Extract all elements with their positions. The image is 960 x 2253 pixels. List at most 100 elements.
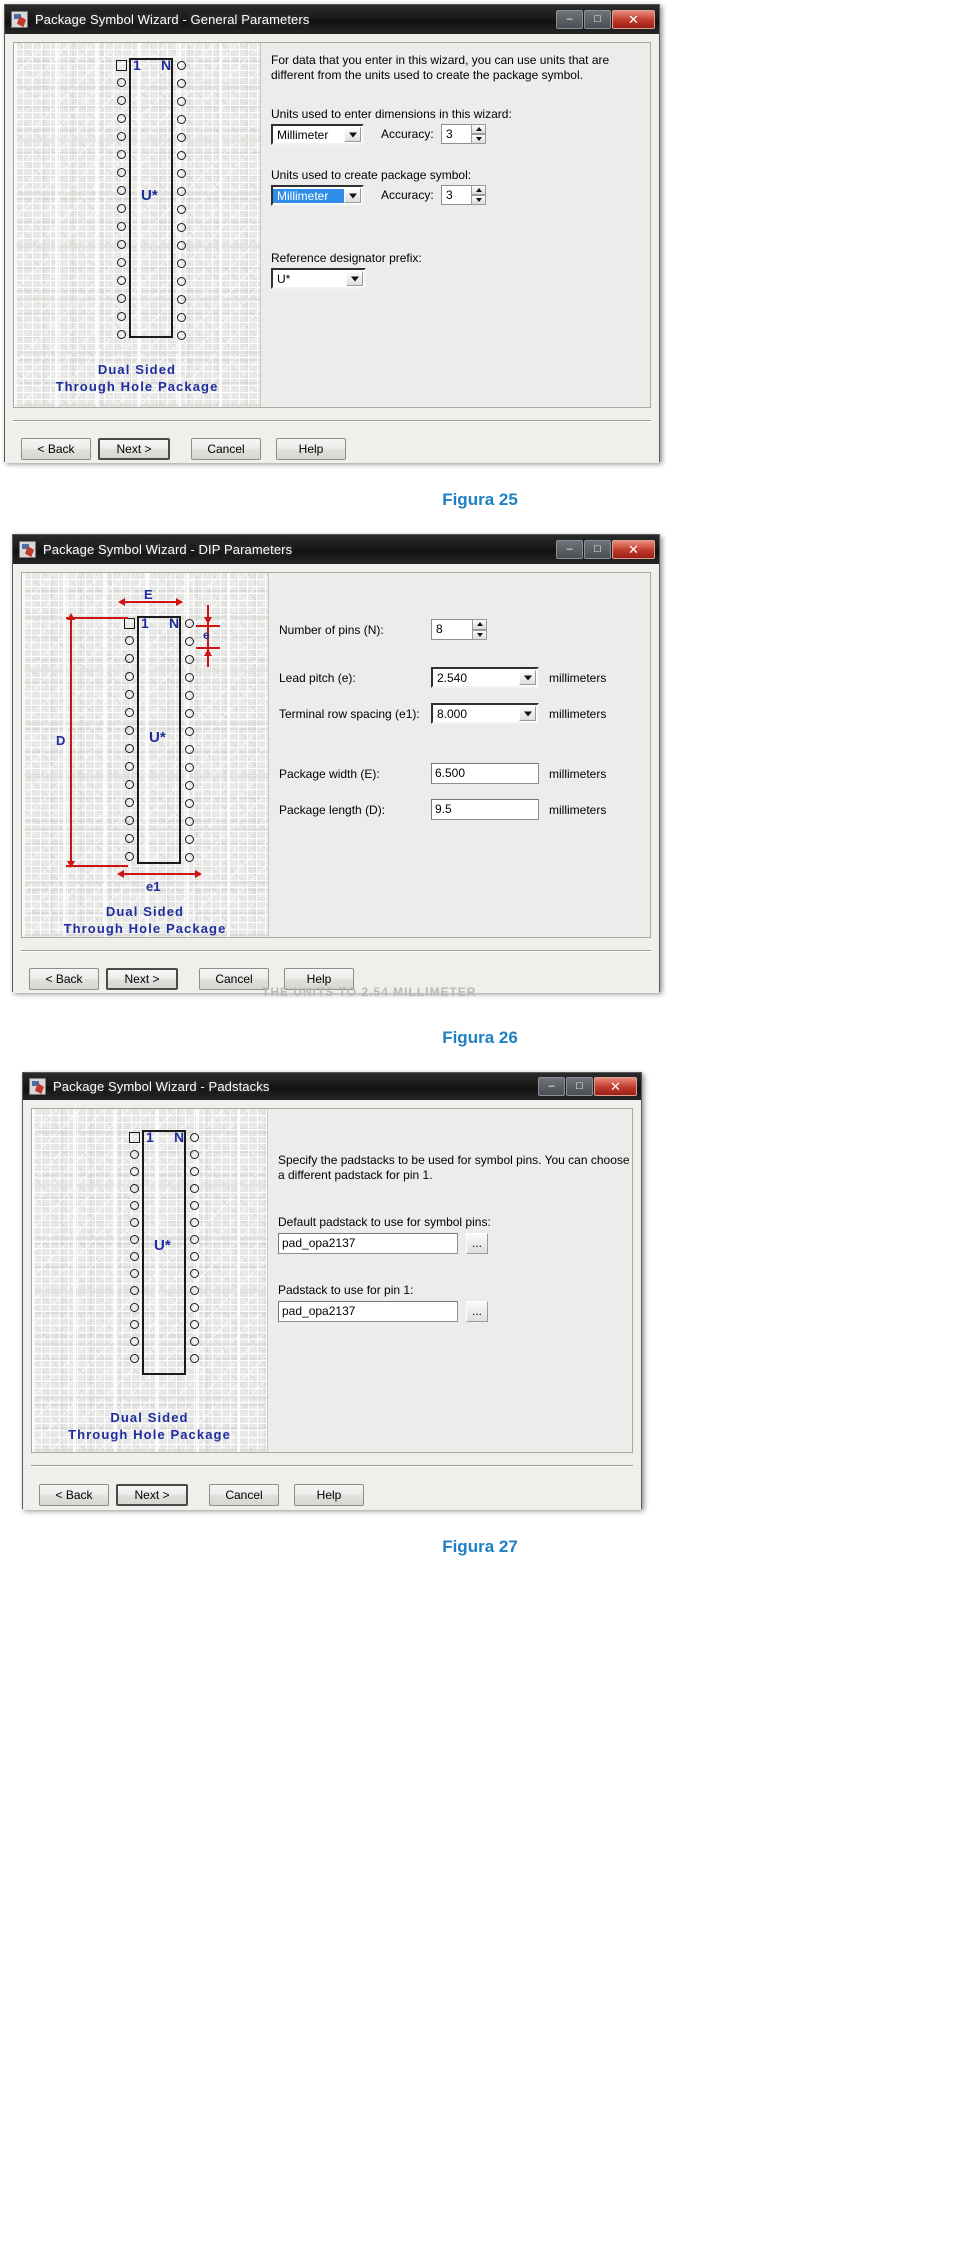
package-preview-panel: 1 N U* Dual Sided Through Hole Package bbox=[32, 1109, 268, 1452]
window-controls: – □ ✕ bbox=[556, 10, 657, 29]
maximize-button[interactable]: □ bbox=[584, 10, 611, 29]
dialog3-form: Specify the padstacks to be used for sym… bbox=[268, 1109, 632, 1452]
package-width-input[interactable]: 6.500 bbox=[431, 763, 539, 784]
pin-left bbox=[130, 1184, 139, 1193]
default-padstack-input[interactable]: pad_opa2137 bbox=[278, 1233, 458, 1254]
cancel-button[interactable]: Cancel bbox=[191, 438, 261, 460]
pin-right bbox=[190, 1252, 199, 1261]
help-button[interactable]: Help bbox=[294, 1484, 364, 1506]
cancel-button[interactable]: Cancel bbox=[209, 1484, 279, 1506]
next-button[interactable]: Next > bbox=[98, 438, 170, 460]
pin-left bbox=[130, 1337, 139, 1346]
pin-right bbox=[185, 619, 194, 628]
pin-right bbox=[177, 241, 186, 250]
footer-separator bbox=[31, 1465, 633, 1467]
accuracy-create-buttons bbox=[471, 185, 486, 205]
dialog2-form: Number of pins (N): 8 Lead pitch (e): 2.… bbox=[269, 573, 650, 937]
package-length-input[interactable]: 9.5 bbox=[431, 799, 539, 820]
titlebar-dip-parameters[interactable]: Package Symbol Wizard - DIP Parameters –… bbox=[13, 535, 659, 564]
figure-caption-27: Figura 27 bbox=[442, 1537, 518, 1556]
back-button[interactable]: < Back bbox=[29, 968, 99, 990]
dialog-general-parameters: Package Symbol Wizard - General Paramete… bbox=[4, 4, 660, 463]
terminal-row-spacing-combo[interactable]: 8.000 bbox=[431, 703, 539, 724]
pin-left bbox=[130, 1218, 139, 1227]
chevron-down-icon[interactable] bbox=[344, 188, 361, 203]
stepper-up-icon[interactable] bbox=[471, 124, 486, 134]
back-button[interactable]: < Back bbox=[21, 438, 91, 460]
pin-left bbox=[125, 744, 134, 753]
pin-left bbox=[117, 312, 126, 321]
next-button[interactable]: Next > bbox=[116, 1484, 188, 1506]
default-padstack-label: Default padstack to use for symbol pins: bbox=[278, 1215, 491, 1229]
titlebar-general-parameters[interactable]: Package Symbol Wizard - General Paramete… bbox=[5, 5, 659, 34]
units-enter-label: Units used to enter dimensions in this w… bbox=[271, 107, 512, 121]
pin-right bbox=[177, 169, 186, 178]
terminal-row-spacing-unit: millimeters bbox=[549, 707, 607, 721]
terminal-row-spacing-label: Terminal row spacing (e1): bbox=[279, 707, 420, 721]
dimension-D-tick-bottom bbox=[66, 865, 128, 867]
pin-left bbox=[125, 852, 134, 861]
minimize-button[interactable]: – bbox=[556, 540, 583, 559]
pin-left bbox=[117, 96, 126, 105]
chevron-down-icon[interactable] bbox=[519, 670, 536, 685]
chevron-down-icon[interactable] bbox=[519, 706, 536, 721]
stepper-up-icon[interactable] bbox=[471, 185, 486, 195]
stepper-down-icon[interactable] bbox=[471, 134, 486, 144]
accuracy-enter-value[interactable]: 3 bbox=[441, 124, 471, 144]
accuracy-create-stepper[interactable]: 3 bbox=[441, 185, 486, 205]
stepper-up-icon[interactable] bbox=[472, 619, 487, 630]
dialog-padstacks: Package Symbol Wizard - Padstacks – □ ✕ bbox=[22, 1072, 642, 1510]
default-padstack-browse-button[interactable]: ... bbox=[466, 1233, 488, 1254]
refdes-prefix-combo[interactable]: U* bbox=[271, 268, 366, 289]
package-width-unit: millimeters bbox=[549, 767, 607, 781]
cancel-button[interactable]: Cancel bbox=[199, 968, 269, 990]
accuracy-enter-stepper[interactable]: 3 bbox=[441, 124, 486, 144]
dimension-e-tick-top bbox=[196, 625, 220, 627]
accuracy-create-value[interactable]: 3 bbox=[441, 185, 471, 205]
next-button[interactable]: Next > bbox=[106, 968, 178, 990]
units-create-combo[interactable]: Millimeter bbox=[271, 185, 364, 206]
stepper-down-icon[interactable] bbox=[471, 195, 486, 205]
pin-1-label: 1 bbox=[141, 615, 149, 631]
maximize-button[interactable]: □ bbox=[584, 540, 611, 559]
close-button[interactable]: ✕ bbox=[612, 540, 655, 559]
stepper-down-icon[interactable] bbox=[472, 629, 487, 640]
dialog3-body: 1 N U* Dual Sided Through Hole Package S… bbox=[23, 1100, 641, 1510]
back-button[interactable]: < Back bbox=[39, 1484, 109, 1506]
minimize-button[interactable]: – bbox=[556, 10, 583, 29]
dialog2-content: 1 N U* E e D e1 Dual Sided Through Hole … bbox=[21, 572, 651, 938]
num-pins-value[interactable]: 8 bbox=[431, 619, 472, 640]
pin-right bbox=[177, 331, 186, 340]
chevron-down-icon[interactable] bbox=[346, 271, 363, 286]
pin-left bbox=[125, 798, 134, 807]
lead-pitch-combo[interactable]: 2.540 bbox=[431, 667, 539, 688]
lead-pitch-unit: millimeters bbox=[549, 671, 607, 685]
pin-left bbox=[130, 1320, 139, 1329]
package-length-unit: millimeters bbox=[549, 803, 607, 817]
close-button[interactable]: ✕ bbox=[594, 1077, 637, 1096]
pin-left bbox=[130, 1303, 139, 1312]
close-button[interactable]: ✕ bbox=[612, 10, 655, 29]
chevron-down-icon[interactable] bbox=[344, 127, 361, 142]
help-button[interactable]: Help bbox=[276, 438, 346, 460]
figure-caption-25: Figura 25 bbox=[442, 490, 518, 509]
units-enter-value: Millimeter bbox=[277, 127, 329, 142]
num-pins-stepper[interactable]: 8 bbox=[431, 619, 487, 640]
footer-separator bbox=[13, 420, 651, 422]
minimize-button[interactable]: – bbox=[538, 1077, 565, 1096]
titlebar-padstacks[interactable]: Package Symbol Wizard - Padstacks – □ ✕ bbox=[23, 1073, 641, 1100]
pin-right bbox=[185, 691, 194, 700]
pin1-padstack-browse-button[interactable]: ... bbox=[466, 1301, 488, 1322]
cancel-button-label: Cancel bbox=[207, 442, 245, 456]
background-bleed-text: THE UNITS TO 2.54 MILLIMETER bbox=[262, 985, 477, 999]
units-enter-combo[interactable]: Millimeter bbox=[271, 124, 364, 145]
pin-right bbox=[185, 709, 194, 718]
accuracy-create-label: Accuracy: bbox=[381, 188, 434, 202]
next-button-label: Next > bbox=[116, 442, 152, 456]
terminal-row-spacing-value: 8.000 bbox=[437, 706, 468, 721]
pin-right bbox=[190, 1286, 199, 1295]
pin1-padstack-input[interactable]: pad_opa2137 bbox=[278, 1301, 458, 1322]
maximize-button[interactable]: □ bbox=[566, 1077, 593, 1096]
pin-left bbox=[125, 636, 134, 645]
pin-left bbox=[117, 294, 126, 303]
